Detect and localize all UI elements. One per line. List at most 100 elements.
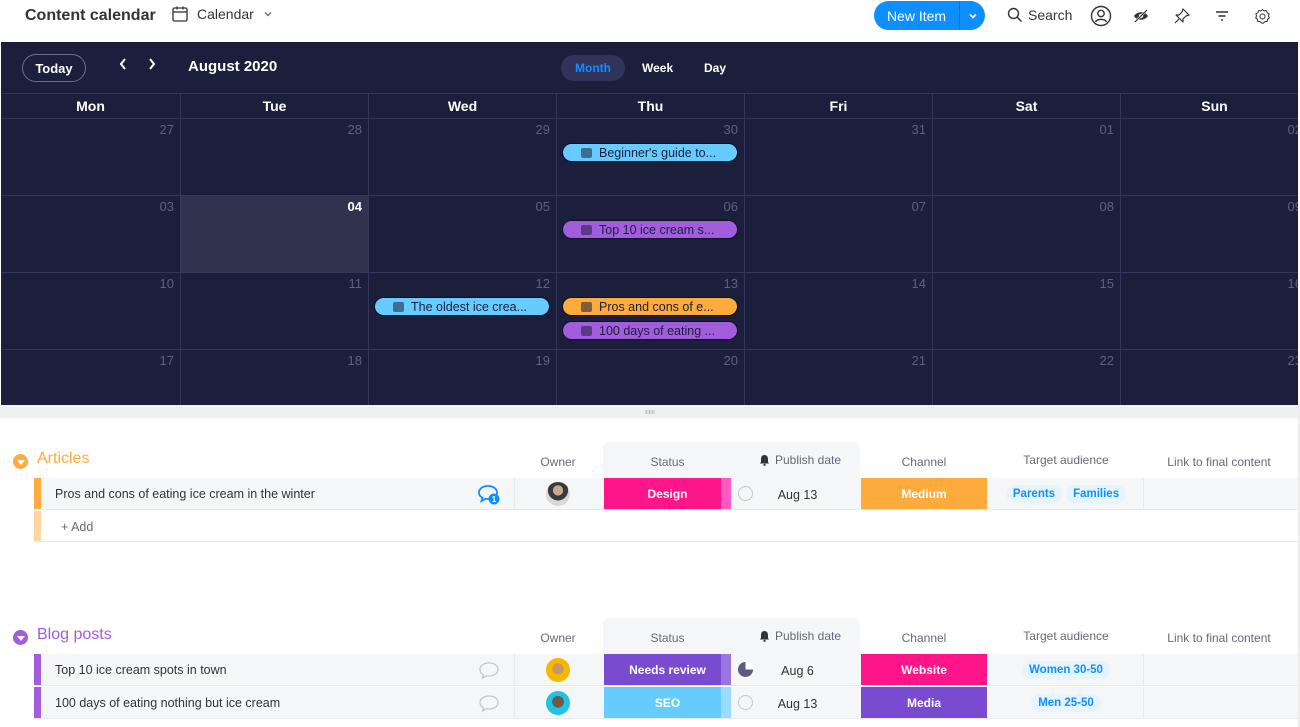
calendar-event[interactable]: 100 days of eating ... (562, 321, 738, 340)
updates-button[interactable]: 1 (477, 484, 501, 511)
day-cell[interactable]: 29 (369, 119, 557, 195)
publish-date-value[interactable]: Aug 6 (754, 664, 841, 678)
owner-avatar[interactable] (546, 691, 570, 715)
day-cell[interactable]: 01 (933, 119, 1121, 195)
day-cell[interactable]: 06 Top 10 ice cream s... (557, 196, 745, 272)
status-cell[interactable]: SEO (604, 687, 731, 718)
group-title[interactable]: Articles (37, 450, 89, 468)
owner-avatar[interactable] (546, 482, 570, 506)
status-cell[interactable]: Needs review (604, 654, 731, 685)
day-cell[interactable]: 27 (1, 119, 181, 195)
view-selector[interactable]: Calendar (171, 5, 274, 23)
add-item-row[interactable]: + Add (34, 511, 1298, 542)
day-cell[interactable]: 04 (181, 196, 369, 272)
publish-date-value[interactable]: Aug 13 (754, 697, 841, 711)
audience-cell[interactable]: Parents Families (989, 478, 1143, 509)
column-header-owner[interactable]: Owner (520, 631, 596, 645)
column-header-owner[interactable]: Owner (520, 455, 596, 469)
day-cell[interactable]: 20 (557, 350, 745, 405)
today-button[interactable]: Today (22, 54, 86, 82)
item-name[interactable]: 100 days of eating nothing but ice cream (55, 696, 280, 710)
item-name[interactable]: Pros and cons of eating ice cream in the… (55, 487, 315, 501)
calendar-event[interactable]: Pros and cons of e... (562, 297, 738, 316)
column-header-status[interactable]: Status (604, 631, 731, 645)
collapse-group-icon[interactable] (13, 630, 28, 645)
column-header-channel[interactable]: Channel (861, 631, 987, 645)
person-filter-button[interactable] (1090, 5, 1112, 27)
day-cell[interactable]: 18 (181, 350, 369, 405)
day-cell[interactable]: 07 (745, 196, 933, 272)
column-header-link[interactable]: Link to final content (1144, 455, 1294, 469)
pin-button[interactable] (1171, 5, 1193, 27)
weekday-mon: Mon (1, 94, 181, 118)
channel-cell[interactable]: Medium (861, 478, 987, 509)
day-cell[interactable]: 10 (1, 273, 181, 349)
column-header-audience[interactable]: Target audience (989, 629, 1143, 643)
day-cell[interactable]: 21 (745, 350, 933, 405)
column-header-publish-date[interactable]: Publish date (740, 453, 860, 467)
settings-button[interactable] (1251, 5, 1273, 27)
table-row[interactable]: Pros and cons of eating ice cream in the… (34, 478, 1298, 510)
new-item-dropdown[interactable] (960, 1, 985, 30)
day-cell[interactable]: 02 (1121, 119, 1298, 195)
day-cell[interactable]: 17 (1, 350, 181, 405)
day-cell[interactable]: 12 The oldest ice crea... (369, 273, 557, 349)
audience-tag: Men 25-50 (1031, 693, 1101, 712)
column-header-channel[interactable]: Channel (861, 455, 987, 469)
day-cell[interactable]: 05 (369, 196, 557, 272)
prev-month-button[interactable] (118, 57, 128, 76)
updates-button[interactable] (477, 660, 501, 687)
calendar-event[interactable]: Top 10 ice cream s... (562, 220, 738, 239)
day-cell[interactable]: 16 (1121, 273, 1298, 349)
table-row[interactable]: 100 days of eating nothing but ice cream… (34, 687, 1298, 719)
group-title[interactable]: Blog posts (37, 626, 112, 644)
updates-button[interactable] (477, 693, 501, 720)
day-cell[interactable]: 14 (745, 273, 933, 349)
mode-week-button[interactable]: Week (628, 55, 687, 81)
day-cell[interactable]: 23 (1121, 350, 1298, 405)
calendar-event[interactable]: Beginner's guide to... (562, 143, 738, 162)
mode-day-button[interactable]: Day (690, 55, 740, 81)
day-cell[interactable]: 19 (369, 350, 557, 405)
item-name[interactable]: Top 10 ice cream spots in town (55, 663, 227, 677)
cell-divider (1143, 654, 1144, 685)
audience-cell[interactable]: Men 25-50 (989, 687, 1143, 718)
day-cell[interactable]: 31 (745, 119, 933, 195)
column-header-audience[interactable]: Target audience (989, 453, 1143, 467)
date-status-empty-icon[interactable] (738, 695, 753, 710)
search-button[interactable]: Search (1007, 7, 1072, 23)
channel-cell[interactable]: Website (861, 654, 987, 685)
hide-button[interactable] (1130, 5, 1152, 27)
date-status-empty-icon[interactable] (738, 486, 753, 501)
day-cell[interactable]: 13 Pros and cons of e... 100 days of eatin… (557, 273, 745, 349)
day-cell[interactable]: 30 Beginner's guide to... (557, 119, 745, 195)
day-number: 12 (535, 276, 550, 291)
column-header-status[interactable]: Status (604, 455, 731, 469)
panel-resize-handle[interactable] (0, 405, 1300, 418)
new-item-button[interactable]: New Item (874, 1, 985, 30)
new-item-label[interactable]: New Item (874, 1, 960, 30)
day-cell[interactable]: 15 (933, 273, 1121, 349)
publish-date-value[interactable]: Aug 13 (754, 488, 841, 502)
day-cell[interactable]: 22 (933, 350, 1121, 405)
day-cell[interactable]: 09 (1121, 196, 1298, 272)
table-row[interactable]: Top 10 ice cream spots in town Needs rev… (34, 654, 1298, 686)
view-label: Calendar (197, 6, 254, 22)
day-cell[interactable]: 03 (1, 196, 181, 272)
mode-month-button[interactable]: Month (561, 55, 625, 81)
collapse-group-icon[interactable] (13, 454, 28, 469)
day-cell[interactable]: 08 (933, 196, 1121, 272)
channel-cell[interactable]: Media (861, 687, 987, 718)
date-status-partial-icon[interactable] (738, 662, 753, 677)
calendar-event[interactable]: The oldest ice crea... (374, 297, 550, 316)
add-item-label[interactable]: + Add (61, 520, 93, 534)
status-cell[interactable]: Design (604, 478, 731, 509)
day-cell[interactable]: 28 (181, 119, 369, 195)
column-header-publish-date[interactable]: Publish date (740, 629, 860, 643)
column-header-link[interactable]: Link to final content (1144, 631, 1294, 645)
filter-button[interactable] (1211, 5, 1233, 27)
owner-avatar[interactable] (546, 658, 570, 682)
day-cell[interactable]: 11 (181, 273, 369, 349)
audience-cell[interactable]: Women 30-50 (989, 654, 1143, 685)
next-month-button[interactable] (147, 57, 157, 76)
